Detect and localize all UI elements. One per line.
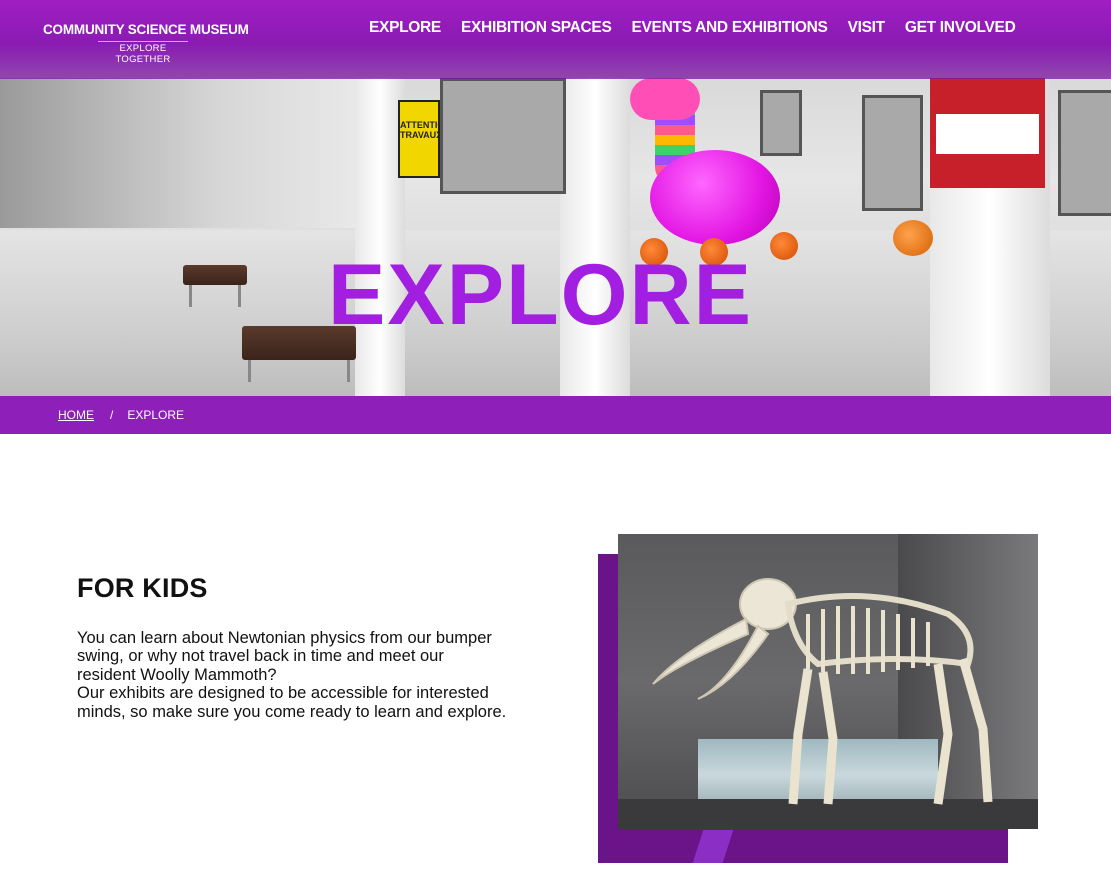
hero-title: EXPLORE [328, 247, 753, 343]
site-header: COMMUNITY SCIENCE MUSEUM EXPLORE TOGETHE… [0, 0, 1111, 79]
hero-sculpture-head [630, 78, 700, 120]
breadcrumb-bar: HOME / EXPLORE [0, 396, 1111, 434]
hero-wall [0, 78, 360, 228]
hero-pumpkin [893, 220, 933, 256]
section-paragraph: Our exhibits are designed to be accessib… [77, 684, 507, 721]
mammoth-skeleton-icon [652, 578, 993, 805]
hero-sculpture-body [650, 150, 780, 245]
nav-item-visit[interactable]: VISIT [848, 19, 886, 37]
nav-item-get-involved[interactable]: GET INVOLVED [905, 19, 1016, 37]
section-title: FOR KIDS [77, 573, 208, 603]
hero-pillar [560, 78, 630, 396]
breadcrumb-separator: / [110, 408, 114, 422]
logo-tagline: EXPLORE TOGETHER [98, 41, 188, 65]
nav-item-explore[interactable]: EXPLORE [369, 19, 441, 37]
breadcrumb-current: EXPLORE [127, 408, 185, 422]
main-nav: EXPLORE EXHIBITION SPACES EVENTS AND EXH… [369, 19, 1035, 37]
site-logo[interactable]: COMMUNITY SCIENCE MUSEUM EXPLORE TOGETHE… [43, 22, 249, 65]
mammoth-skeleton-image [618, 534, 1038, 829]
logo-title: COMMUNITY SCIENCE MUSEUM [43, 22, 249, 37]
breadcrumb-home-link[interactable]: HOME [58, 408, 94, 422]
nav-item-exhibition-spaces[interactable]: EXHIBITION SPACES [461, 19, 612, 37]
breadcrumb: HOME / EXPLORE [58, 408, 184, 422]
section-paragraph: You can learn about Newtonian physics fr… [77, 629, 492, 684]
hero-bench [183, 265, 247, 307]
hero-painting [862, 95, 923, 211]
section-body: You can learn about Newtonian physics fr… [77, 629, 507, 721]
hero-painting [760, 90, 802, 156]
hero-red-sign [930, 78, 1045, 188]
hero-painting [1058, 90, 1111, 216]
nav-item-events-and-exhibitions[interactable]: EVENTS AND EXHIBITIONS [631, 19, 827, 37]
hero-painting [440, 78, 566, 194]
hero-warning-sign: ATTENTION TRAVAUX [398, 100, 451, 178]
